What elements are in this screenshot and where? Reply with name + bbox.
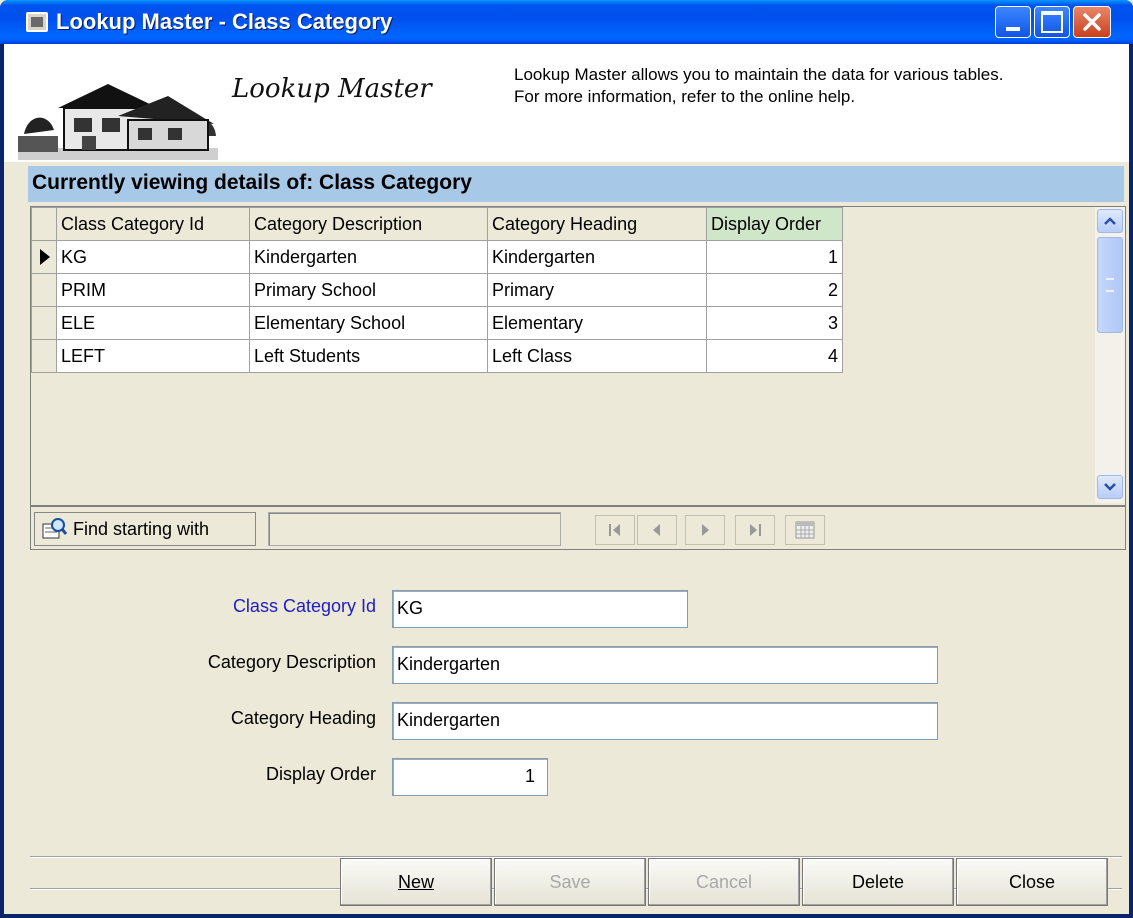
new-button-label: New	[397, 871, 434, 892]
maximize-button[interactable]	[1034, 6, 1070, 38]
new-button[interactable]: New	[340, 858, 492, 906]
find-starting-with-button[interactable]: Find starting with	[34, 512, 256, 546]
column-header-description[interactable]: Category Description	[249, 207, 488, 241]
title-bar[interactable]: Lookup Master - Class Category	[0, 0, 1133, 44]
previous-record-icon	[653, 524, 660, 536]
scroll-up-button[interactable]	[1097, 209, 1123, 233]
close-button-label: Close	[1008, 871, 1056, 892]
data-grid[interactable]: Class Category Id Category Description C…	[30, 206, 1126, 506]
cell-heading[interactable]: Elementary	[487, 306, 707, 340]
first-record-icon	[609, 524, 620, 536]
close-button[interactable]: Close	[956, 858, 1108, 906]
close-window-button[interactable]	[1073, 6, 1111, 38]
house-logo-icon	[18, 84, 218, 160]
cell-description[interactable]: Primary School	[249, 273, 488, 307]
cell-display-order[interactable]: 2	[706, 273, 843, 307]
save-button[interactable]: Save	[494, 858, 646, 906]
row-selector[interactable]	[31, 339, 57, 373]
last-record-icon	[750, 524, 761, 536]
viewing-details-bar: Currently viewing details of: Class Cate…	[28, 166, 1124, 202]
table-row[interactable]: KG Kindergarten Kindergarten 1	[31, 240, 843, 274]
category-heading-field[interactable]: Kindergarten	[392, 702, 938, 740]
scroll-down-button[interactable]	[1097, 475, 1123, 499]
scroll-thumb[interactable]	[1097, 237, 1123, 333]
find-starting-with-label: Find starting with	[73, 518, 210, 539]
save-button-label: Save	[549, 871, 591, 892]
cell-heading[interactable]: Kindergarten	[487, 240, 707, 274]
chevron-down-icon	[1104, 483, 1116, 491]
calendar-button[interactable]	[785, 515, 825, 545]
lookup-master-window: Lookup Master - Class Category Lookup Ma…	[0, 0, 1133, 918]
category-description-label: Category Description	[207, 652, 376, 672]
cell-display-order[interactable]: 3	[706, 306, 843, 340]
cell-description[interactable]: Kindergarten	[249, 240, 488, 274]
row-selector[interactable]	[31, 240, 57, 274]
last-record-button[interactable]	[735, 515, 775, 545]
delete-button-label: Delete	[851, 871, 905, 892]
find-input[interactable]	[268, 512, 561, 546]
category-description-field[interactable]: Kindergarten	[392, 646, 938, 684]
display-order-field[interactable]: 1	[392, 758, 548, 796]
header-heading: Lookup Master	[232, 74, 432, 104]
category-heading-label: Category Heading	[230, 708, 376, 728]
find-icon	[42, 518, 67, 539]
column-header-id[interactable]: Class Category Id	[56, 207, 250, 241]
grid-toolbar: Find starting with	[30, 506, 1126, 550]
cancel-button[interactable]: Cancel	[648, 858, 800, 906]
cell-id[interactable]: LEFT	[56, 339, 250, 373]
header-banner: Lookup Master Lookup Master allows you t…	[4, 44, 1129, 162]
cell-display-order[interactable]: 1	[706, 240, 843, 274]
class-category-id-label: Class Category Id	[232, 596, 376, 616]
cell-heading[interactable]: Primary	[487, 273, 707, 307]
cell-heading[interactable]: Left Class	[487, 339, 707, 373]
column-header-display-order[interactable]: Display Order	[706, 207, 843, 241]
previous-record-button[interactable]	[637, 515, 677, 545]
row-selector[interactable]	[31, 306, 57, 340]
class-category-id-field[interactable]: KG	[392, 590, 688, 628]
cell-description[interactable]: Elementary School	[249, 306, 488, 340]
calendar-icon	[795, 521, 815, 539]
column-header-heading[interactable]: Category Heading	[487, 207, 707, 241]
table-row[interactable]: PRIM Primary School Primary 2	[31, 273, 843, 307]
grid-table: Class Category Id Category Description C…	[31, 207, 843, 373]
header-info-line2: For more information, refer to the onlin…	[514, 87, 856, 106]
cell-display-order[interactable]: 4	[706, 339, 843, 373]
table-row[interactable]: ELE Elementary School Elementary 3	[31, 306, 843, 340]
row-selector-header[interactable]	[31, 207, 57, 241]
first-record-button[interactable]	[595, 515, 635, 545]
grid-header-row: Class Category Id Category Description C…	[31, 207, 843, 241]
window-title: Lookup Master - Class Category	[56, 9, 393, 34]
current-row-arrow-icon	[40, 249, 50, 265]
close-icon	[1083, 13, 1101, 31]
header-info-line1: Lookup Master allows you to maintain the…	[514, 65, 1004, 84]
display-order-label: Display Order	[265, 764, 376, 784]
delete-button[interactable]: Delete	[802, 858, 954, 906]
row-selector[interactable]	[31, 273, 57, 307]
next-record-button[interactable]	[685, 515, 725, 545]
cell-description[interactable]: Left Students	[249, 339, 488, 373]
cell-id[interactable]: KG	[56, 240, 250, 274]
header-info: Lookup Master allows you to maintain the…	[514, 64, 1124, 108]
cell-id[interactable]: PRIM	[56, 273, 250, 307]
cancel-button-label: Cancel	[695, 871, 753, 892]
app-icon[interactable]	[26, 12, 48, 32]
table-row[interactable]: LEFT Left Students Left Class 4	[31, 339, 843, 373]
chevron-up-icon	[1104, 217, 1116, 225]
minimize-button[interactable]	[995, 6, 1031, 38]
vertical-scrollbar[interactable]	[1095, 207, 1125, 503]
next-record-icon	[702, 524, 709, 536]
cell-id[interactable]: ELE	[56, 306, 250, 340]
